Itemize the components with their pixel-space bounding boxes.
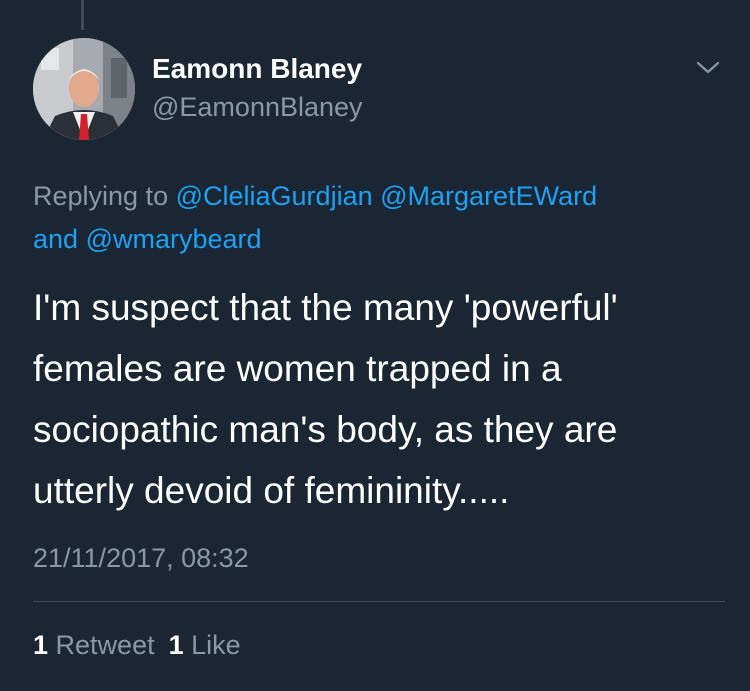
likes-label: Like: [191, 630, 241, 660]
mention-link-wmarybeard[interactable]: @wmarybeard: [86, 224, 262, 254]
author-display-name[interactable]: Eamonn Blaney: [152, 53, 362, 85]
replying-to-label: Replying to: [33, 181, 169, 211]
avatar-photo: [33, 38, 135, 140]
chevron-down-icon[interactable]: [694, 58, 722, 78]
tweet-text-line: utterly devoid of femininity.....: [33, 470, 510, 511]
tweet-text-line: sociopathic man's body, as they are: [33, 409, 618, 450]
author-handle[interactable]: @EamonnBlaney: [152, 91, 363, 123]
likes-count: 1: [168, 630, 184, 660]
retweets-label: Retweet: [55, 630, 155, 660]
retweets-stat[interactable]: 1 Retweet: [33, 630, 155, 660]
replying-to-line: Replying to @CleliaGurdjian @MargaretEWa…: [33, 179, 597, 213]
retweets-count: 1: [33, 630, 49, 660]
mention-link-cleliagurdjian[interactable]: @CleliaGurdjian: [176, 181, 373, 211]
thread-connector-line: [81, 0, 84, 30]
tweet-text: I'm suspect that the many 'powerful' fem…: [33, 277, 733, 521]
mention-link-margaretеward[interactable]: @MargaretEWard: [380, 181, 597, 211]
reply-conjunction: and: [33, 224, 79, 254]
tweet-text-line: females are women trapped in a: [33, 348, 562, 389]
tweet-text-line: I'm suspect that the many 'powerful': [33, 287, 618, 328]
replying-to-line-continued: and @wmarybeard: [33, 222, 262, 256]
avatar[interactable]: [33, 38, 135, 140]
likes-stat[interactable]: 1 Like: [169, 630, 241, 660]
divider: [33, 601, 725, 602]
tweet-stats: 1 Retweet 1 Like: [33, 628, 241, 662]
tweet-timestamp[interactable]: 21/11/2017, 08:32: [33, 542, 249, 574]
